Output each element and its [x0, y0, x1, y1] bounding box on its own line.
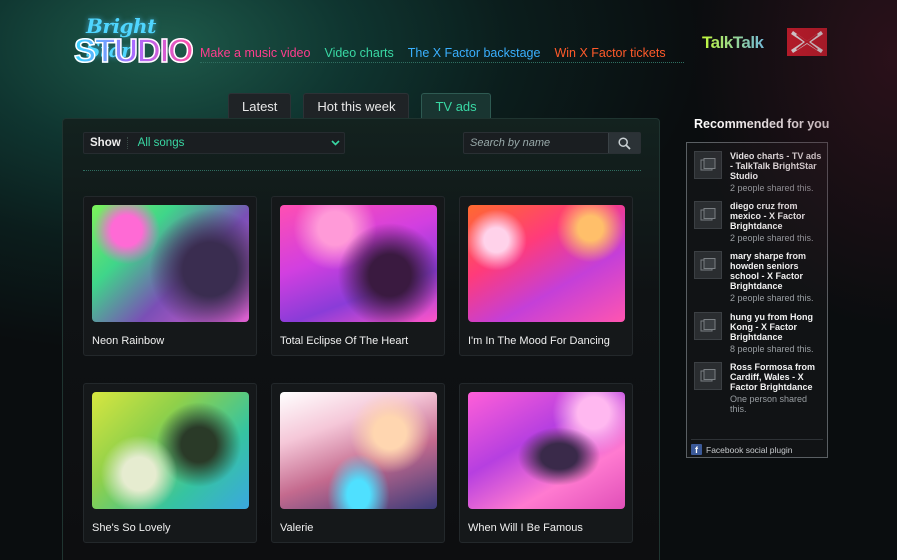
nav-make-music-video[interactable]: Make a music video — [200, 46, 310, 60]
main-nav: Make a music video Video charts The X Fa… — [200, 46, 666, 60]
recommended-item-name[interactable]: hung yu from Hong Kong - X Factor Bright… — [730, 312, 824, 342]
video-title: Valerie — [280, 522, 314, 534]
nav-win-tickets[interactable]: Win X Factor tickets — [554, 46, 665, 60]
avatar — [694, 151, 722, 179]
recommended-item-name[interactable]: Ross Formosa from Cardiff, Wales - X Fac… — [730, 362, 824, 392]
video-title: When Will I Be Famous — [468, 522, 583, 534]
video-thumbnail[interactable] — [468, 392, 625, 509]
recommended-item-shared: 2 people shared this. — [730, 233, 814, 243]
placeholder-image-icon — [700, 158, 716, 171]
nav-x-factor-backstage[interactable]: The X Factor backstage — [408, 46, 541, 60]
recommended-item-name[interactable]: Video charts - TV ads - TalkTalk BrightS… — [730, 151, 824, 181]
video-title: She's So Lovely — [92, 522, 171, 534]
show-selected-value: All songs — [137, 137, 185, 149]
x-factor-logo-icon[interactable] — [787, 28, 827, 56]
placeholder-image-icon — [700, 258, 716, 271]
placeholder-image-icon — [700, 319, 716, 332]
video-card-shes-so-lovely[interactable]: She's So Lovely — [83, 383, 257, 543]
video-thumbnail[interactable] — [468, 205, 625, 322]
video-title: Total Eclipse Of The Heart — [280, 335, 409, 347]
placeholder-image-icon — [700, 369, 716, 382]
video-title: Neon Rainbow — [92, 335, 165, 347]
chevron-down-icon — [326, 132, 344, 154]
video-thumbnail[interactable] — [92, 205, 249, 322]
avatar — [694, 251, 722, 279]
video-card-neon-rainbow[interactable]: Neon Rainbow — [83, 196, 257, 356]
video-card-in-the-mood[interactable]: I'm In The Mood For Dancing — [459, 196, 633, 356]
tab-hot-this-week[interactable]: Hot this week — [303, 93, 410, 119]
recommended-item-name[interactable]: diego cruz from mexico - X Factor Bright… — [730, 201, 824, 231]
avatar — [694, 362, 722, 390]
video-thumbnail[interactable] — [280, 205, 437, 322]
videos-panel: Show All songs Neon Rainbow Total Eclips… — [62, 118, 660, 560]
facebook-plugin-label: Facebook social plugin — [706, 444, 793, 455]
show-filter-dropdown[interactable]: Show All songs — [83, 132, 345, 154]
facebook-plugin-footer[interactable]: f Facebook social plugin — [691, 439, 823, 455]
facebook-icon: f — [691, 444, 702, 455]
video-card-when-will-i-be-famous[interactable]: When Will I Be Famous — [459, 383, 633, 543]
video-title: I'm In The Mood For Dancing — [468, 335, 610, 347]
nav-divider — [200, 62, 684, 63]
recommended-box: Video charts - TV ads - TalkTalk BrightS… — [686, 142, 828, 458]
logo-bottom-text: STUDIO — [73, 31, 194, 70]
recommended-item-shared: One person shared this. — [730, 394, 808, 414]
video-card-valerie[interactable]: Valerie — [271, 383, 445, 543]
nav-video-charts[interactable]: Video charts — [324, 46, 393, 60]
recommended-item-name[interactable]: mary sharpe from howden seniors school -… — [730, 251, 824, 291]
video-tabs: Latest Hot this week TV ads — [228, 93, 491, 119]
search-input[interactable] — [464, 133, 608, 153]
video-card-total-eclipse[interactable]: Total Eclipse Of The Heart — [271, 196, 445, 356]
recommended-title: Recommended for you — [694, 117, 830, 131]
recommended-item-shared: 2 people shared this. — [730, 293, 814, 303]
avatar — [694, 201, 722, 229]
recommended-item-shared: 2 people shared this. — [730, 183, 814, 193]
video-thumbnail[interactable] — [280, 392, 437, 509]
tab-latest[interactable]: Latest — [228, 93, 292, 119]
avatar — [694, 312, 722, 340]
brightstar-studio-logo[interactable]: Bright Star STUDIO — [73, 14, 194, 70]
search-box — [463, 132, 641, 154]
talktalk-logo[interactable]: TalkTalk — [702, 33, 764, 53]
video-thumbnail[interactable] — [92, 392, 249, 509]
search-icon — [618, 136, 631, 150]
tab-tv-ads[interactable]: TV ads — [421, 93, 491, 119]
panel-divider — [83, 170, 641, 171]
show-label: Show — [84, 137, 128, 149]
placeholder-image-icon — [700, 208, 716, 221]
search-button[interactable] — [608, 133, 640, 153]
recommended-item-shared: 8 people shared this. — [730, 344, 814, 354]
